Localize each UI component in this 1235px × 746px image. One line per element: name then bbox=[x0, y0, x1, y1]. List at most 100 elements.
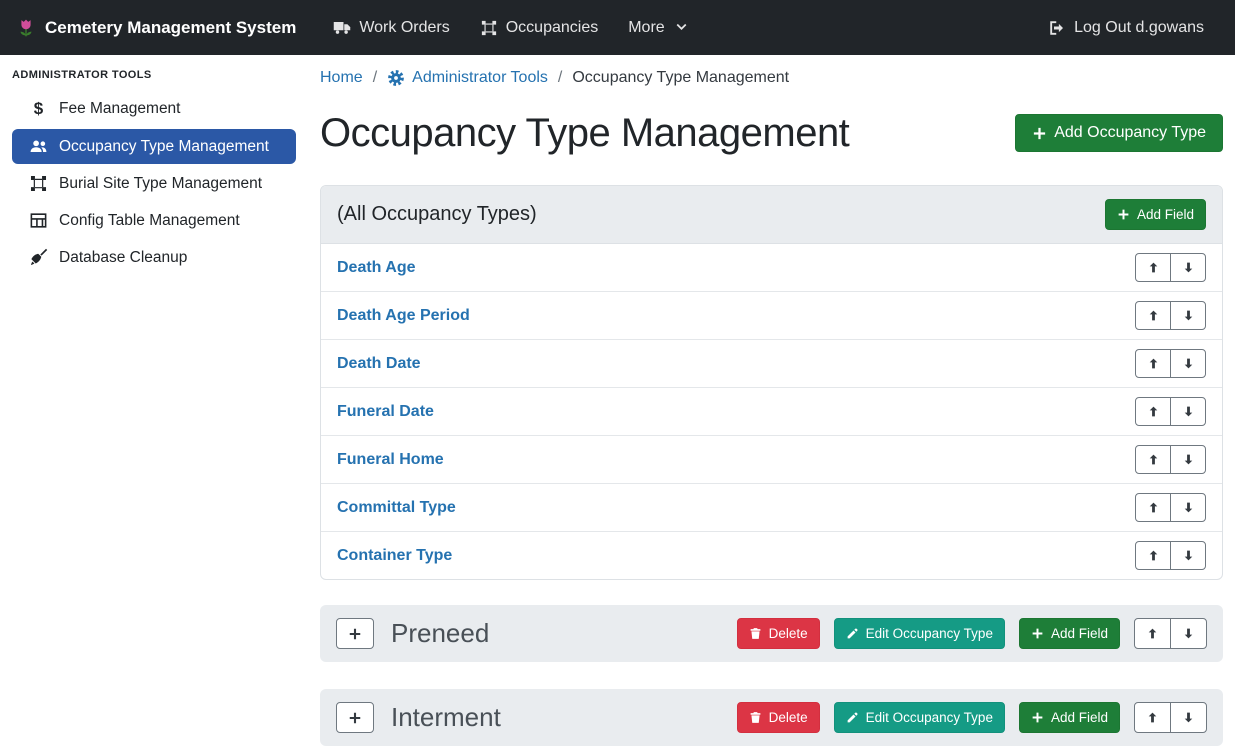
move-down-button[interactable] bbox=[1170, 349, 1206, 378]
move-up-button[interactable] bbox=[1135, 541, 1171, 570]
all-occupancy-types-card: (All Occupancy Types) Add Field Death Ag… bbox=[320, 185, 1223, 580]
arrow-up-icon bbox=[1147, 501, 1160, 514]
edit-occupancy-type-button[interactable]: Edit Occupancy Type bbox=[834, 618, 1005, 649]
field-link[interactable]: Container Type bbox=[337, 547, 452, 565]
arrow-down-icon bbox=[1182, 453, 1195, 466]
field-row: Death Date bbox=[321, 340, 1222, 388]
move-up-button[interactable] bbox=[1135, 253, 1171, 282]
sidebar-item-label: Fee Management bbox=[59, 100, 181, 118]
move-down-button[interactable] bbox=[1170, 702, 1207, 733]
section-title: Interment bbox=[391, 702, 501, 733]
page-title: Occupancy Type Management bbox=[320, 109, 849, 157]
reorder-group bbox=[1134, 702, 1207, 733]
arrow-down-icon bbox=[1182, 501, 1195, 514]
move-down-button[interactable] bbox=[1170, 301, 1206, 330]
frame-icon bbox=[29, 174, 48, 193]
nav-work-orders[interactable]: Work Orders bbox=[318, 19, 464, 37]
field-link[interactable]: Death Date bbox=[337, 355, 421, 373]
top-navbar: Cemetery Management System Work Orders O… bbox=[0, 0, 1235, 55]
broom-icon bbox=[29, 248, 48, 267]
chevron-down-icon bbox=[675, 21, 688, 34]
add-field-label: Add Field bbox=[1137, 207, 1194, 222]
section-actions: Delete Edit Occupancy Type Add Field bbox=[737, 702, 1207, 733]
reorder-group bbox=[1135, 493, 1206, 522]
add-field-button[interactable]: Add Field bbox=[1019, 702, 1120, 733]
arrow-up-icon bbox=[1147, 261, 1160, 274]
field-link[interactable]: Committal Type bbox=[337, 499, 456, 517]
field-link[interactable]: Death Age Period bbox=[337, 307, 470, 325]
sidebar: ADMINISTRATOR TOOLS $ Fee Management Occ… bbox=[0, 55, 308, 277]
move-up-button[interactable] bbox=[1135, 397, 1171, 426]
breadcrumb-separator: / bbox=[373, 67, 377, 89]
sidebar-item-database-cleanup[interactable]: Database Cleanup bbox=[12, 240, 296, 275]
move-down-button[interactable] bbox=[1170, 541, 1206, 570]
pencil-icon bbox=[846, 711, 859, 724]
delete-button[interactable]: Delete bbox=[737, 702, 820, 733]
move-up-button[interactable] bbox=[1134, 618, 1171, 649]
sidebar-item-occupancy-type-management[interactable]: Occupancy Type Management bbox=[12, 129, 296, 164]
nav-work-orders-label: Work Orders bbox=[359, 19, 449, 37]
add-occupancy-type-label: Add Occupancy Type bbox=[1054, 124, 1206, 142]
move-up-button[interactable] bbox=[1135, 445, 1171, 474]
move-down-button[interactable] bbox=[1170, 445, 1206, 474]
move-up-button[interactable] bbox=[1135, 349, 1171, 378]
move-down-button[interactable] bbox=[1170, 618, 1207, 649]
logout-button[interactable]: Log Out d.gowans bbox=[1033, 19, 1219, 37]
add-field-button[interactable]: Add Field bbox=[1019, 618, 1120, 649]
gear-icon bbox=[387, 69, 405, 87]
nav-more-label: More bbox=[628, 19, 664, 37]
occupancy-type-section-preneed: Preneed Delete Edit Occupancy Type Add F… bbox=[320, 605, 1223, 662]
add-field-label: Add Field bbox=[1051, 710, 1108, 725]
section-actions: Delete Edit Occupancy Type Add Field bbox=[737, 618, 1207, 649]
move-up-button[interactable] bbox=[1135, 493, 1171, 522]
page-header: Occupancy Type Management Add Occupancy … bbox=[320, 109, 1223, 157]
field-row: Death Age Period bbox=[321, 292, 1222, 340]
expand-button[interactable] bbox=[336, 618, 374, 649]
field-row: Death Age bbox=[321, 244, 1222, 292]
field-row: Container Type bbox=[321, 532, 1222, 579]
arrow-down-icon bbox=[1182, 627, 1195, 640]
arrow-down-icon bbox=[1182, 357, 1195, 370]
field-row: Funeral Date bbox=[321, 388, 1222, 436]
add-field-button[interactable]: Add Field bbox=[1105, 199, 1206, 230]
arrow-up-icon bbox=[1147, 405, 1160, 418]
edit-label: Edit Occupancy Type bbox=[866, 710, 993, 725]
edit-occupancy-type-button[interactable]: Edit Occupancy Type bbox=[834, 702, 1005, 733]
add-occupancy-type-button[interactable]: Add Occupancy Type bbox=[1015, 114, 1223, 152]
sidebar-item-fee-management[interactable]: $ Fee Management bbox=[12, 91, 296, 127]
breadcrumb-admin-tools-link[interactable]: Administrator Tools bbox=[387, 67, 548, 89]
breadcrumb-home-link[interactable]: Home bbox=[320, 67, 363, 89]
arrow-up-icon bbox=[1147, 549, 1160, 562]
arrow-up-icon bbox=[1147, 309, 1160, 322]
move-down-button[interactable] bbox=[1170, 253, 1206, 282]
reorder-group bbox=[1134, 618, 1207, 649]
reorder-group bbox=[1135, 541, 1206, 570]
sidebar-item-burial-site-type-management[interactable]: Burial Site Type Management bbox=[12, 166, 296, 201]
nav-occupancies-label: Occupancies bbox=[506, 19, 599, 37]
field-link[interactable]: Funeral Home bbox=[337, 451, 444, 469]
arrow-down-icon bbox=[1182, 549, 1195, 562]
delete-button[interactable]: Delete bbox=[737, 618, 820, 649]
logout-icon bbox=[1048, 19, 1066, 37]
field-link[interactable]: Funeral Date bbox=[337, 403, 434, 421]
card-header: (All Occupancy Types) Add Field bbox=[321, 186, 1222, 244]
expand-button[interactable] bbox=[336, 702, 374, 733]
move-down-button[interactable] bbox=[1170, 493, 1206, 522]
pencil-icon bbox=[846, 627, 859, 640]
move-down-button[interactable] bbox=[1170, 397, 1206, 426]
nav-occupancies[interactable]: Occupancies bbox=[465, 19, 614, 37]
app-title: Cemetery Management System bbox=[45, 18, 296, 38]
sidebar-item-config-table-management[interactable]: Config Table Management bbox=[12, 203, 296, 238]
move-up-button[interactable] bbox=[1135, 301, 1171, 330]
breadcrumb-admin-tools-label: Administrator Tools bbox=[412, 67, 548, 89]
app-brand[interactable]: Cemetery Management System bbox=[16, 18, 296, 38]
sidebar-item-label: Database Cleanup bbox=[59, 249, 187, 267]
sidebar-item-label: Occupancy Type Management bbox=[59, 138, 269, 156]
nav-more[interactable]: More bbox=[613, 19, 702, 37]
field-link[interactable]: Death Age bbox=[337, 259, 416, 277]
card-title: (All Occupancy Types) bbox=[337, 203, 537, 226]
occupancy-type-section-interment: Interment Delete Edit Occupancy Type Add… bbox=[320, 689, 1223, 746]
arrow-up-icon bbox=[1146, 711, 1159, 724]
move-up-button[interactable] bbox=[1134, 702, 1171, 733]
reorder-group bbox=[1135, 349, 1206, 378]
